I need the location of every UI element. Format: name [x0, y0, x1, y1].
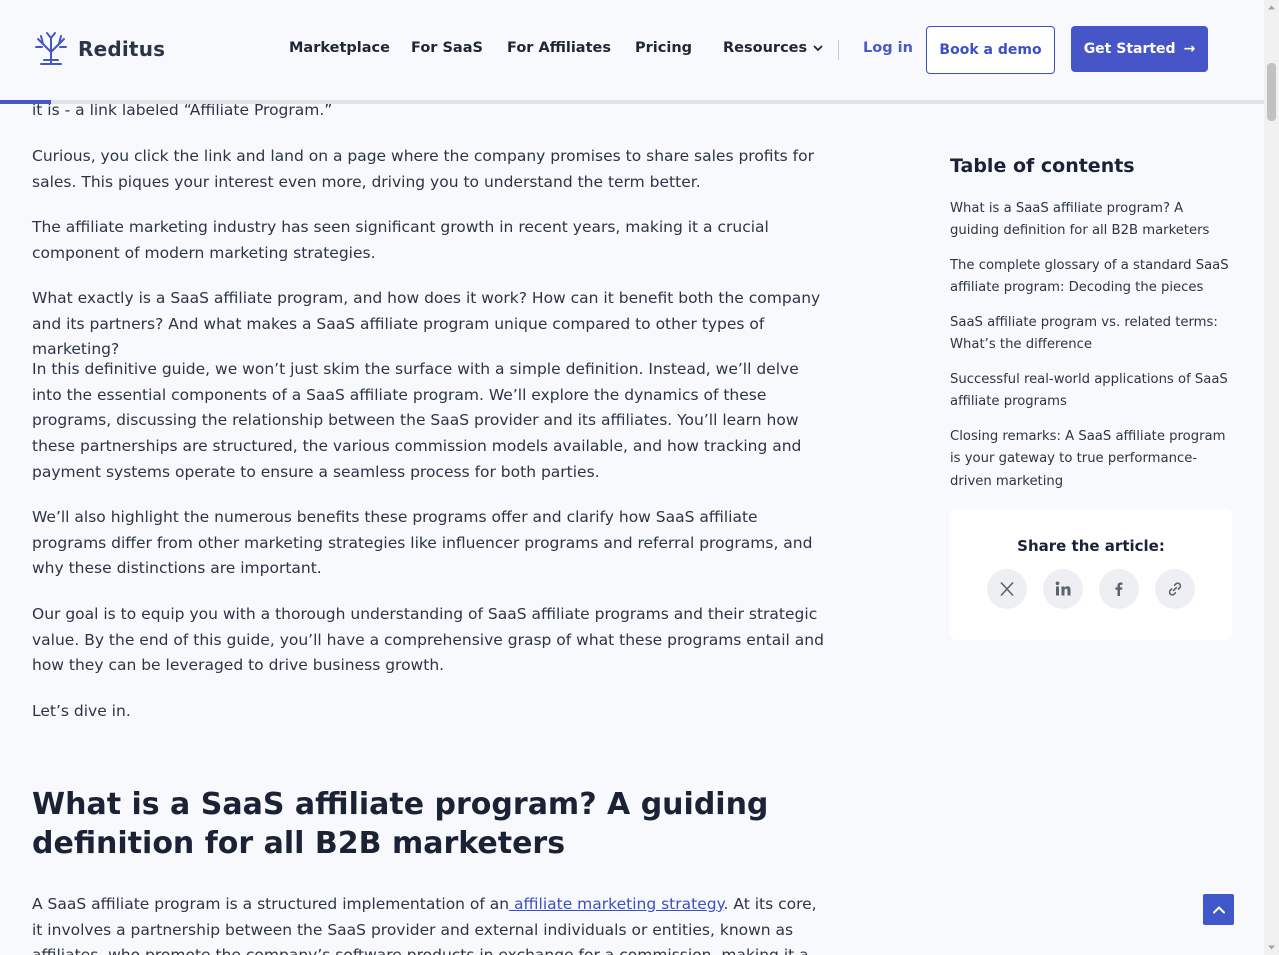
- article-paragraph: We’ll also highlight the numerous benefi…: [32, 508, 813, 578]
- brand-logo[interactable]: Reditus: [32, 30, 165, 68]
- share-facebook-button[interactable]: [1099, 569, 1139, 609]
- definition-text-start: A SaaS affiliate program is a structured…: [32, 895, 510, 913]
- scrollbar-thumb[interactable]: [1267, 63, 1276, 121]
- arrow-right-icon: →: [1183, 41, 1196, 57]
- page-scrollbar[interactable]: [1264, 0, 1279, 955]
- section-heading: What is a SaaS affiliate program? A guid…: [32, 787, 769, 861]
- article-paragraph: What exactly is a SaaS affiliate program…: [32, 289, 821, 359]
- x-icon: [1000, 581, 1014, 597]
- tree-logo-icon: [35, 32, 67, 65]
- scroll-down-arrow-icon[interactable]: [1267, 943, 1276, 952]
- chevron-up-icon: [1212, 905, 1225, 913]
- toc-item-vs-related[interactable]: SaaS affiliate program vs. related terms…: [950, 312, 1235, 357]
- nav-resources[interactable]: Resources: [723, 40, 823, 56]
- site-header: Reditus Marketplace For SaaS For Affilia…: [0, 0, 1264, 100]
- article-paragraph: The affiliate marketing industry has see…: [32, 218, 769, 262]
- share-x-button[interactable]: [987, 569, 1027, 609]
- brand-name: Reditus: [78, 37, 166, 61]
- nav-resources-label: Resources: [723, 40, 808, 56]
- article-paragraph: Curious, you click the link and land on …: [32, 147, 814, 191]
- toc-title: Table of contents: [950, 155, 1135, 177]
- book-demo-label: Book a demo: [939, 42, 1042, 58]
- reading-progress-fill: [0, 100, 51, 104]
- affiliate-strategy-link[interactable]: affiliate marketing strategy: [509, 895, 723, 913]
- article-paragraph: Let’s dive in.: [32, 702, 131, 720]
- nav-for-affiliates[interactable]: For Affiliates: [507, 40, 611, 56]
- facebook-icon: [1115, 582, 1123, 596]
- share-linkedin-button[interactable]: [1043, 569, 1083, 609]
- chevron-down-icon: [813, 45, 823, 52]
- nav-for-saas[interactable]: For SaaS: [411, 40, 483, 56]
- definition-paragraph: A SaaS affiliate program is a structured…: [32, 892, 827, 955]
- link-icon: [1168, 582, 1182, 596]
- toc-item-glossary[interactable]: The complete glossary of a standard SaaS…: [950, 255, 1235, 300]
- get-started-label: Get Started: [1083, 41, 1176, 57]
- share-card: Share the article:: [950, 509, 1232, 640]
- share-copy-link-button[interactable]: [1155, 569, 1195, 609]
- toc-item-applications[interactable]: Successful real-world applications of Sa…: [950, 369, 1235, 414]
- article-paragraph: Our goal is to equip you with a thorough…: [32, 605, 824, 675]
- toc-item-definition[interactable]: What is a SaaS affiliate program? A guid…: [950, 198, 1235, 243]
- scroll-up-arrow-icon[interactable]: [1267, 3, 1276, 12]
- login-link[interactable]: Log in: [863, 40, 913, 56]
- book-demo-button[interactable]: Book a demo: [926, 26, 1055, 74]
- scroll-to-top-button[interactable]: [1203, 894, 1234, 925]
- get-started-button[interactable]: Get Started →: [1071, 26, 1208, 72]
- nav-divider: [838, 40, 839, 60]
- nav-marketplace[interactable]: Marketplace: [289, 40, 390, 56]
- linkedin-icon: [1055, 581, 1071, 596]
- nav-pricing[interactable]: Pricing: [635, 40, 692, 56]
- article-paragraph: In this definitive guide, we won’t just …: [32, 360, 802, 481]
- share-title: Share the article:: [1017, 537, 1165, 555]
- reading-progress-bar: [0, 100, 1264, 104]
- toc-item-closing[interactable]: Closing remarks: A SaaS affiliate progra…: [950, 426, 1235, 493]
